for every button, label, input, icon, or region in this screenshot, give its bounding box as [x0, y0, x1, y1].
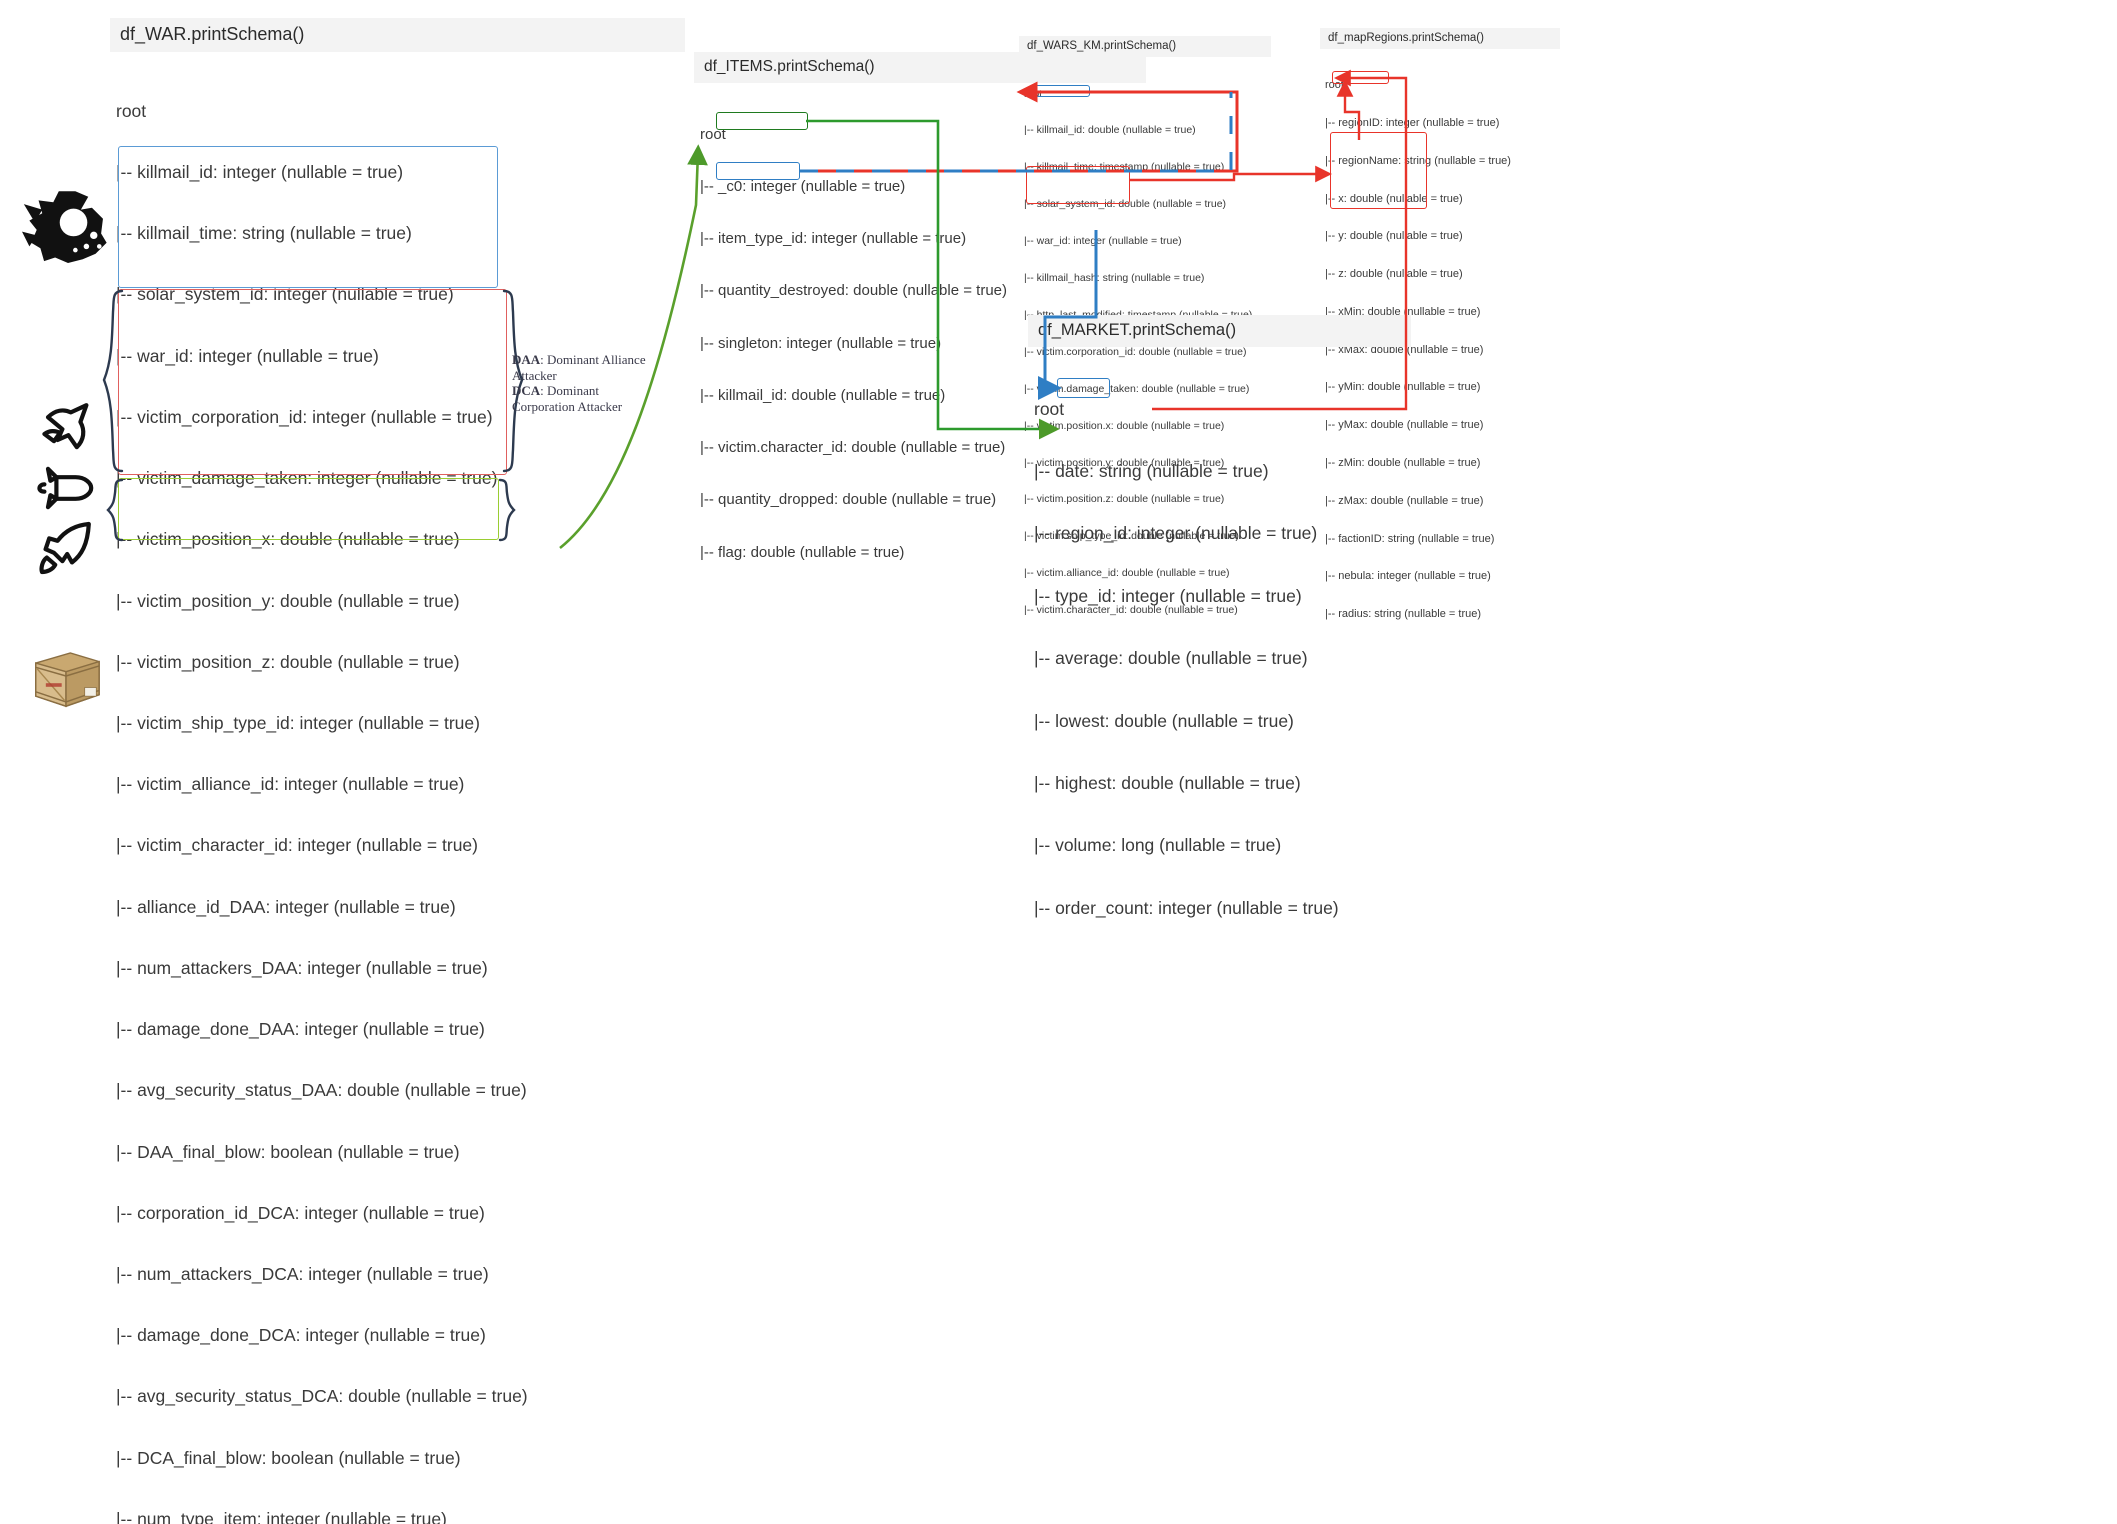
- panel-title-df-wars-km: df_WARS_KM.printSchema(): [1019, 36, 1271, 57]
- schema-field: |-- num_attackers_DAA: integer (nullable…: [116, 957, 488, 978]
- panel-df-war: df_WAR.printSchema() root |-- killmail_i…: [110, 18, 685, 1524]
- schema-field: |-- killmail_time: timestamp (nullable =…: [1024, 161, 1225, 174]
- panel-df-market: df_MARKET.printSchema() root |-- date: s…: [1028, 315, 1411, 960]
- spaceship-icon: [42, 403, 89, 450]
- schema-field: |-- corporation_id_DCA: integer (nullabl…: [116, 1202, 485, 1223]
- panel-title-df-market: df_MARKET.printSchema(): [1028, 315, 1411, 347]
- shuttle-icon: [37, 466, 94, 510]
- schema-df-market: root |-- date: string (nullable = true) …: [1028, 347, 1411, 960]
- schema-root: root: [1325, 79, 1344, 92]
- schema-field: |-- lowest: double (nullable = true): [1034, 710, 1294, 731]
- rocket-icon: [39, 521, 91, 575]
- schema-field: |-- killmail_time: string (nullable = tr…: [116, 223, 412, 244]
- legend-dca-abbr: DCA: [512, 383, 541, 398]
- schema-field: |-- victim_position_y: double (nullable …: [116, 590, 460, 611]
- schema-field: |-- num_attackers_DCA: integer (nullable…: [116, 1263, 489, 1284]
- schema-field: |-- alliance_id_DAA: integer (nullable =…: [116, 896, 456, 917]
- schema-field: |-- victim_position_x: double (nullable …: [116, 529, 460, 550]
- schema-field: |-- y: double (nullable = true): [1325, 230, 1463, 243]
- schema-field: |-- avg_security_status_DCA: double (nul…: [116, 1386, 528, 1407]
- legend-daa-abbr: DAA: [512, 352, 541, 367]
- schema-field: |-- victim_position_z: double (nullable …: [116, 651, 460, 672]
- schema-field: |-- victim_ship_type_id: integer (nullab…: [116, 713, 480, 733]
- schema-field: |-- regionID: integer (nullable = true): [1325, 116, 1500, 129]
- schema-field: |-- average: double (nullable = true): [1034, 648, 1308, 669]
- schema-field: |-- solar_system_id: double (nullable = …: [1024, 198, 1227, 211]
- schema-field: |-- damage_done_DAA: integer (nullable =…: [116, 1019, 485, 1040]
- schema-field: |-- DAA_final_blow: boolean (nullable = …: [116, 1141, 460, 1162]
- panel-title-df-map-regions: df_mapRegions.printSchema(): [1320, 28, 1560, 49]
- schema-df-war: root |-- killmail_id: integer (nullable …: [110, 52, 685, 1524]
- schema-field: |-- killmail_id: integer (nullable = tru…: [116, 162, 404, 183]
- schema-field: |-- regionName: string (nullable = true): [1325, 154, 1511, 167]
- schema-field: |-- x: double (nullable = true): [1325, 192, 1463, 205]
- schema-root: root: [1024, 87, 1043, 100]
- schema-field: |-- killmail_hash: string (nullable = tr…: [1024, 272, 1205, 285]
- schema-field: |-- victim_damage_taken: integer (nullab…: [116, 468, 498, 489]
- schema-field: |-- damage_done_DCA: integer (nullable =…: [116, 1325, 486, 1346]
- schema-field: |-- order_count: integer (nullable = tru…: [1034, 897, 1339, 918]
- schema-field: |-- avg_security_status_DAA: double (nul…: [116, 1080, 527, 1101]
- schema-field: |-- war_id: integer (nullable = true): [1024, 235, 1182, 248]
- schema-field: |-- killmail_id: double (nullable = true…: [1024, 124, 1196, 137]
- legend-abbreviations: DAA: Dominant Alliance Attacker DCA: Dom…: [512, 352, 662, 414]
- schema-field: |-- date: string (nullable = true): [1034, 460, 1269, 481]
- schema-field: |-- victim_character_id: integer (nullab…: [116, 835, 478, 856]
- wreck-icon: [22, 191, 107, 263]
- schema-field: |-- DCA_final_blow: boolean (nullable = …: [116, 1447, 461, 1468]
- schema-field: |-- solar_system_id: integer (nullable =…: [116, 284, 454, 305]
- schema-field: |-- type_id: integer (nullable = true): [1034, 585, 1302, 606]
- schema-field: |-- highest: double (nullable = true): [1034, 772, 1301, 793]
- schema-root: root: [116, 100, 147, 121]
- schema-field: |-- region_id: integer (nullable = true): [1034, 523, 1318, 544]
- schema-field: |-- volume: long (nullable = true): [1034, 835, 1282, 856]
- schema-field: |-- victim_alliance_id: integer (nullabl…: [116, 774, 465, 795]
- crate-icon: [35, 652, 100, 708]
- schema-field: |-- z: double (nullable = true): [1325, 268, 1463, 281]
- schema-field: |-- num_type_item: integer (nullable = t…: [116, 1508, 447, 1524]
- panel-title-df-war: df_WAR.printSchema(): [110, 18, 685, 52]
- schema-root: root: [1034, 398, 1065, 419]
